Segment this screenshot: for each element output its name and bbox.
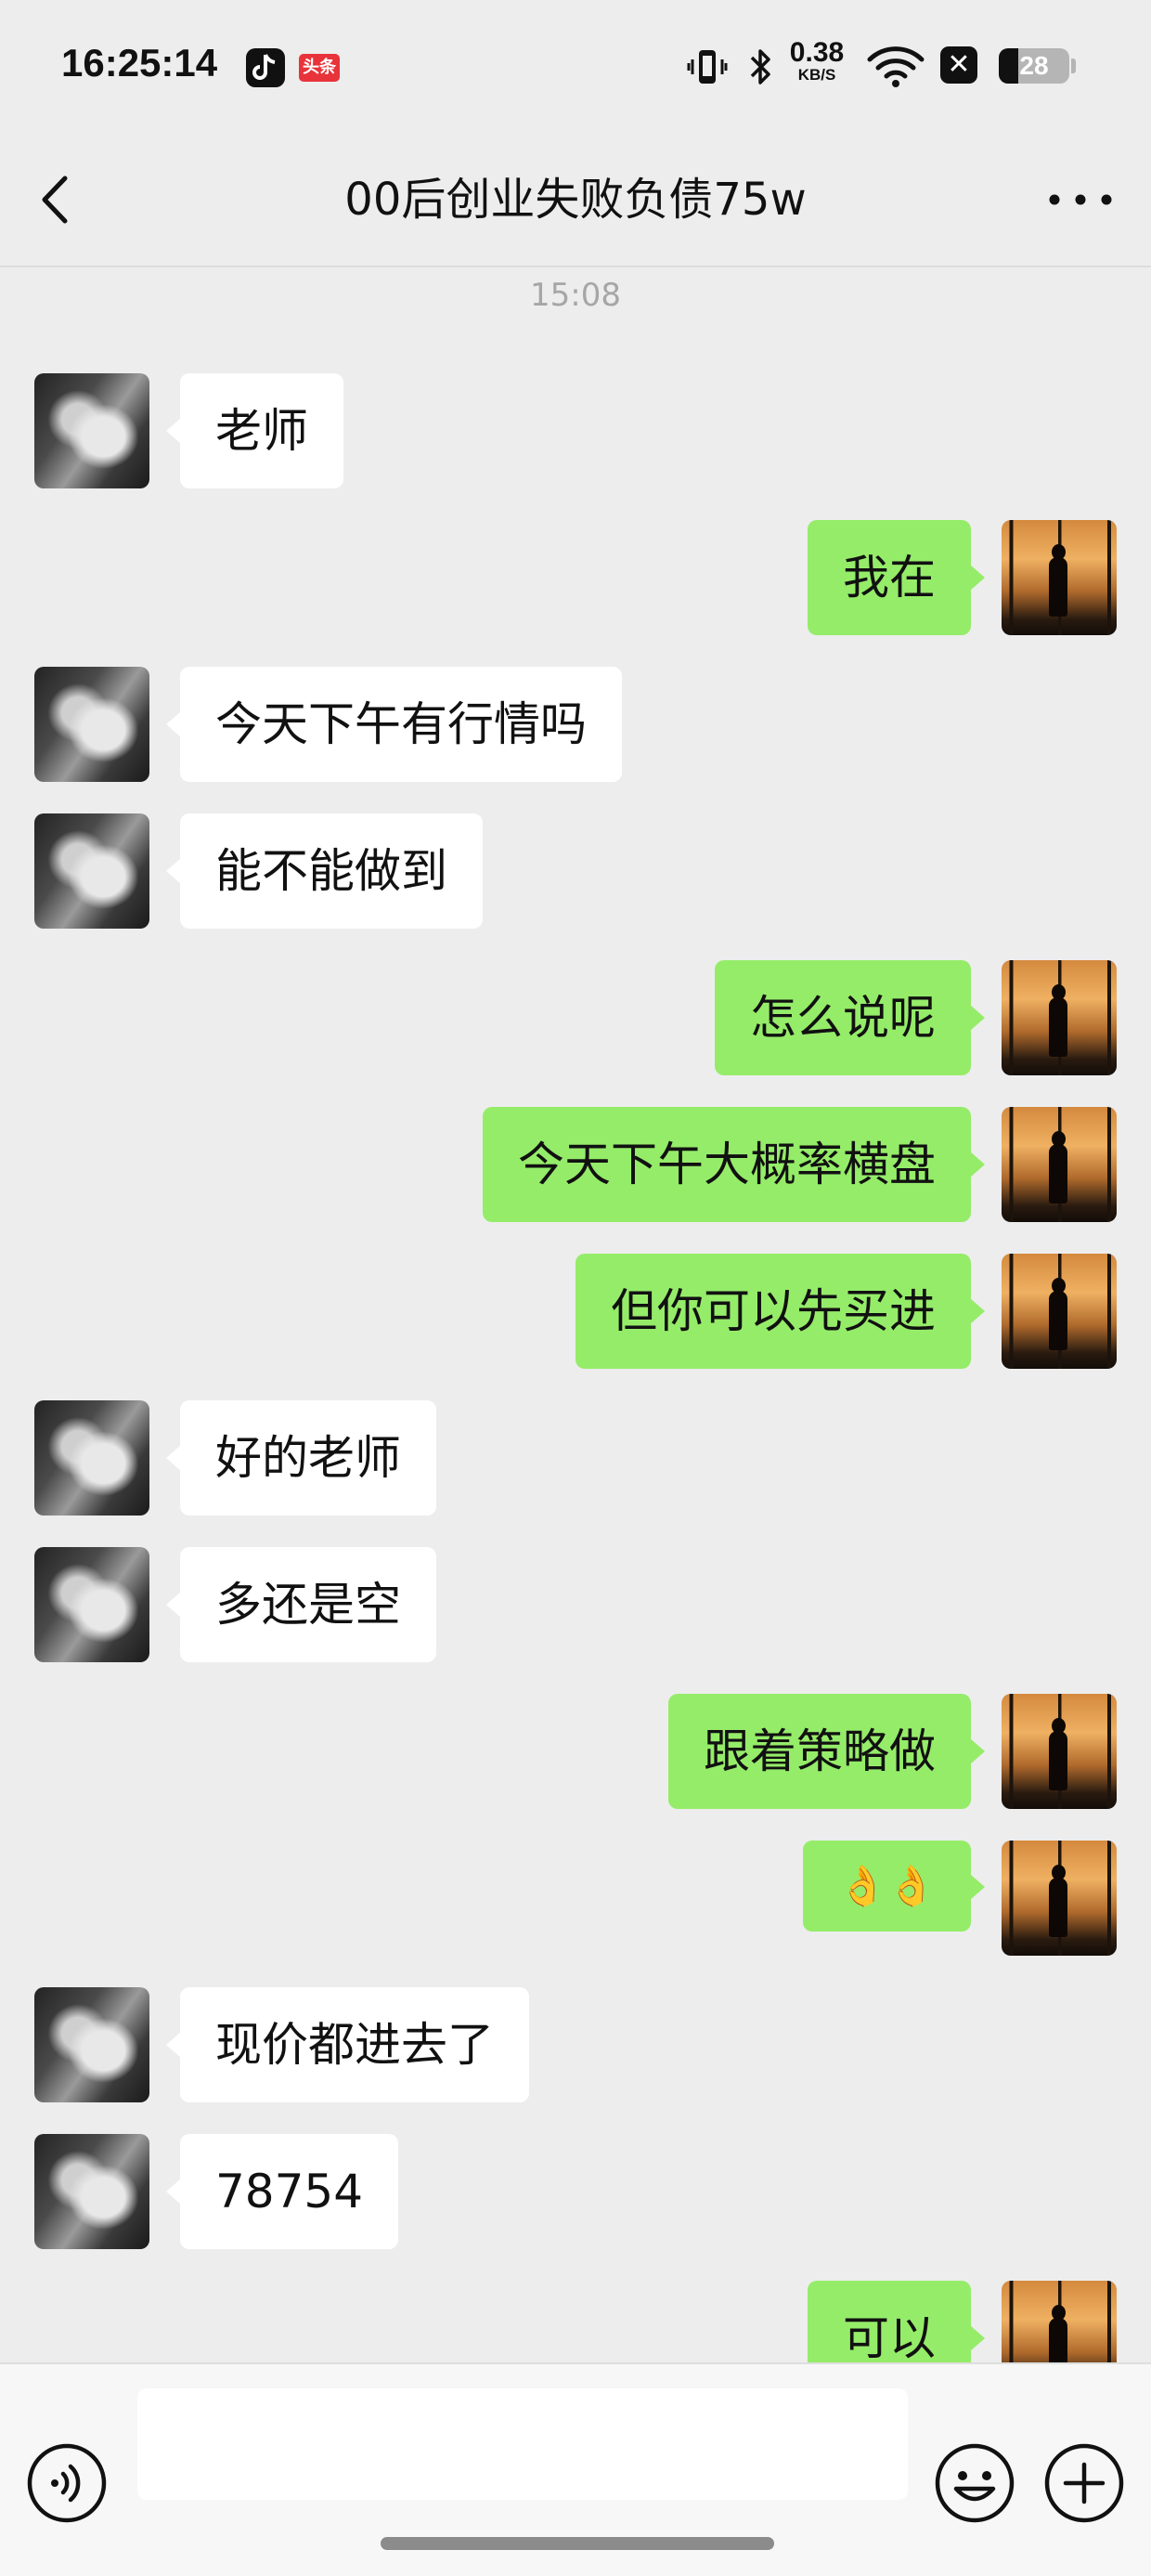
my-avatar[interactable]	[1002, 1107, 1117, 1222]
received-message-bubble[interactable]: 老师	[166, 373, 343, 488]
battery-icon: 28	[999, 48, 1069, 84]
received-message-bubble[interactable]: 78754	[165, 2134, 399, 2249]
voice-button[interactable]	[26, 2442, 108, 2528]
contact-avatar[interactable]	[34, 2134, 149, 2249]
my-avatar[interactable]	[1002, 1254, 1117, 1369]
status-icons: 0.38 KB/S ✕ 28	[687, 39, 1095, 97]
toutiao-icon: 头条	[299, 54, 340, 82]
voice-icon	[27, 2443, 107, 2523]
contact-avatar[interactable]	[34, 1987, 149, 2102]
contact-avatar[interactable]	[34, 1400, 149, 1516]
emoji-button[interactable]	[934, 2442, 1015, 2528]
net-speed: 0.38 KB/S	[782, 39, 852, 84]
x-app-icon: ✕	[940, 46, 977, 84]
net-speed-unit: KB/S	[797, 66, 836, 84]
message-row-received: 能不能做到	[0, 813, 1151, 929]
net-speed-value: 0.38	[789, 37, 845, 68]
sent-message-bubble[interactable]: 跟着策略做	[668, 1694, 985, 1809]
contact-avatar[interactable]	[34, 1547, 149, 1662]
more-button[interactable]	[1043, 181, 1118, 218]
my-avatar[interactable]	[1002, 520, 1117, 635]
received-message-bubble[interactable]: 好的老师	[166, 1400, 436, 1516]
tiktok-icon	[246, 48, 285, 87]
add-button[interactable]	[1043, 2442, 1125, 2528]
add-icon	[1044, 2443, 1124, 2523]
my-avatar[interactable]	[1002, 1841, 1117, 1956]
message-row-received: 老师	[0, 373, 1151, 488]
status-bar: 16:25:14 头条 0.38 KB/S ✕ 28	[0, 0, 1151, 139]
message-row-received: 多还是空	[0, 1547, 1151, 1662]
chat-message-list[interactable]: 15:08 老师我在今天下午有行情吗 能不能做到怎么说呢今天下午大概率横盘但你可以…	[0, 267, 1151, 2362]
avatar-figure	[1049, 1291, 1067, 1350]
battery-level: 28	[1019, 51, 1049, 80]
battery-cap	[1071, 59, 1076, 73]
sent-message-bubble[interactable]: 可以	[808, 2281, 985, 2362]
message-row-sent: 但你可以先买进	[0, 1254, 1151, 1369]
avatar-figure	[1049, 1878, 1067, 1937]
status-time: 16:25:14	[61, 41, 218, 85]
sent-message-bubble[interactable]: 今天下午大概率横盘	[483, 1107, 985, 1222]
message-row-received: 现价都进去了	[0, 1987, 1151, 2102]
message-input[interactable]	[137, 2388, 908, 2500]
avatar-figure	[1049, 557, 1067, 617]
message-row-received: 好的老师	[0, 1400, 1151, 1516]
sent-message-bubble[interactable]: 怎么说呢	[715, 960, 985, 1075]
sent-message-bubble[interactable]: 我在	[808, 520, 985, 635]
received-message-bubble[interactable]: 多还是空	[166, 1547, 436, 1662]
contact-avatar[interactable]	[34, 813, 149, 929]
avatar-figure	[1049, 997, 1067, 1057]
message-row-sent: 我在	[0, 520, 1151, 635]
avatar-figure	[1049, 1731, 1067, 1790]
my-avatar[interactable]	[1002, 960, 1117, 1075]
emoji-icon	[935, 2443, 1015, 2523]
my-avatar[interactable]	[1002, 1694, 1117, 1809]
message-row-sent: 跟着策略做	[0, 1694, 1151, 1809]
avatar-figure	[1049, 2318, 1067, 2362]
bluetooth-icon	[750, 49, 770, 85]
message-row-sent: 👌👌	[0, 1841, 1151, 1956]
input-bar	[0, 2362, 1151, 2576]
message-row-sent: 可以	[0, 2281, 1151, 2362]
contact-avatar[interactable]	[34, 667, 149, 782]
message-row-received: 今天下午有行情吗	[0, 667, 1151, 782]
message-timestamp: 15:08	[530, 277, 621, 314]
home-indicator[interactable]	[381, 2537, 774, 2550]
my-avatar[interactable]	[1002, 2281, 1117, 2362]
avatar-figure	[1049, 1144, 1067, 1203]
contact-avatar[interactable]	[34, 373, 149, 488]
message-row-received: 78754	[0, 2134, 1151, 2249]
back-button[interactable]	[28, 167, 84, 232]
chat-header: 00后创业失败负债75w	[0, 139, 1151, 267]
received-message-bubble[interactable]: 今天下午有行情吗	[166, 667, 622, 782]
message-row-sent: 怎么说呢	[0, 960, 1151, 1075]
chevron-left-icon	[42, 176, 68, 224]
sent-message-bubble[interactable]: 但你可以先买进	[576, 1254, 985, 1369]
more-icon	[1049, 194, 1112, 205]
chat-title: 00后创业失败负债75w	[344, 174, 807, 226]
wifi-icon	[867, 46, 925, 87]
received-message-bubble[interactable]: 能不能做到	[166, 813, 483, 929]
sent-message-bubble[interactable]: 👌👌	[803, 1841, 985, 1932]
message-row-sent: 今天下午大概率横盘	[0, 1107, 1151, 1222]
vibrate-icon	[687, 50, 728, 84]
received-message-bubble[interactable]: 现价都进去了	[166, 1987, 529, 2102]
